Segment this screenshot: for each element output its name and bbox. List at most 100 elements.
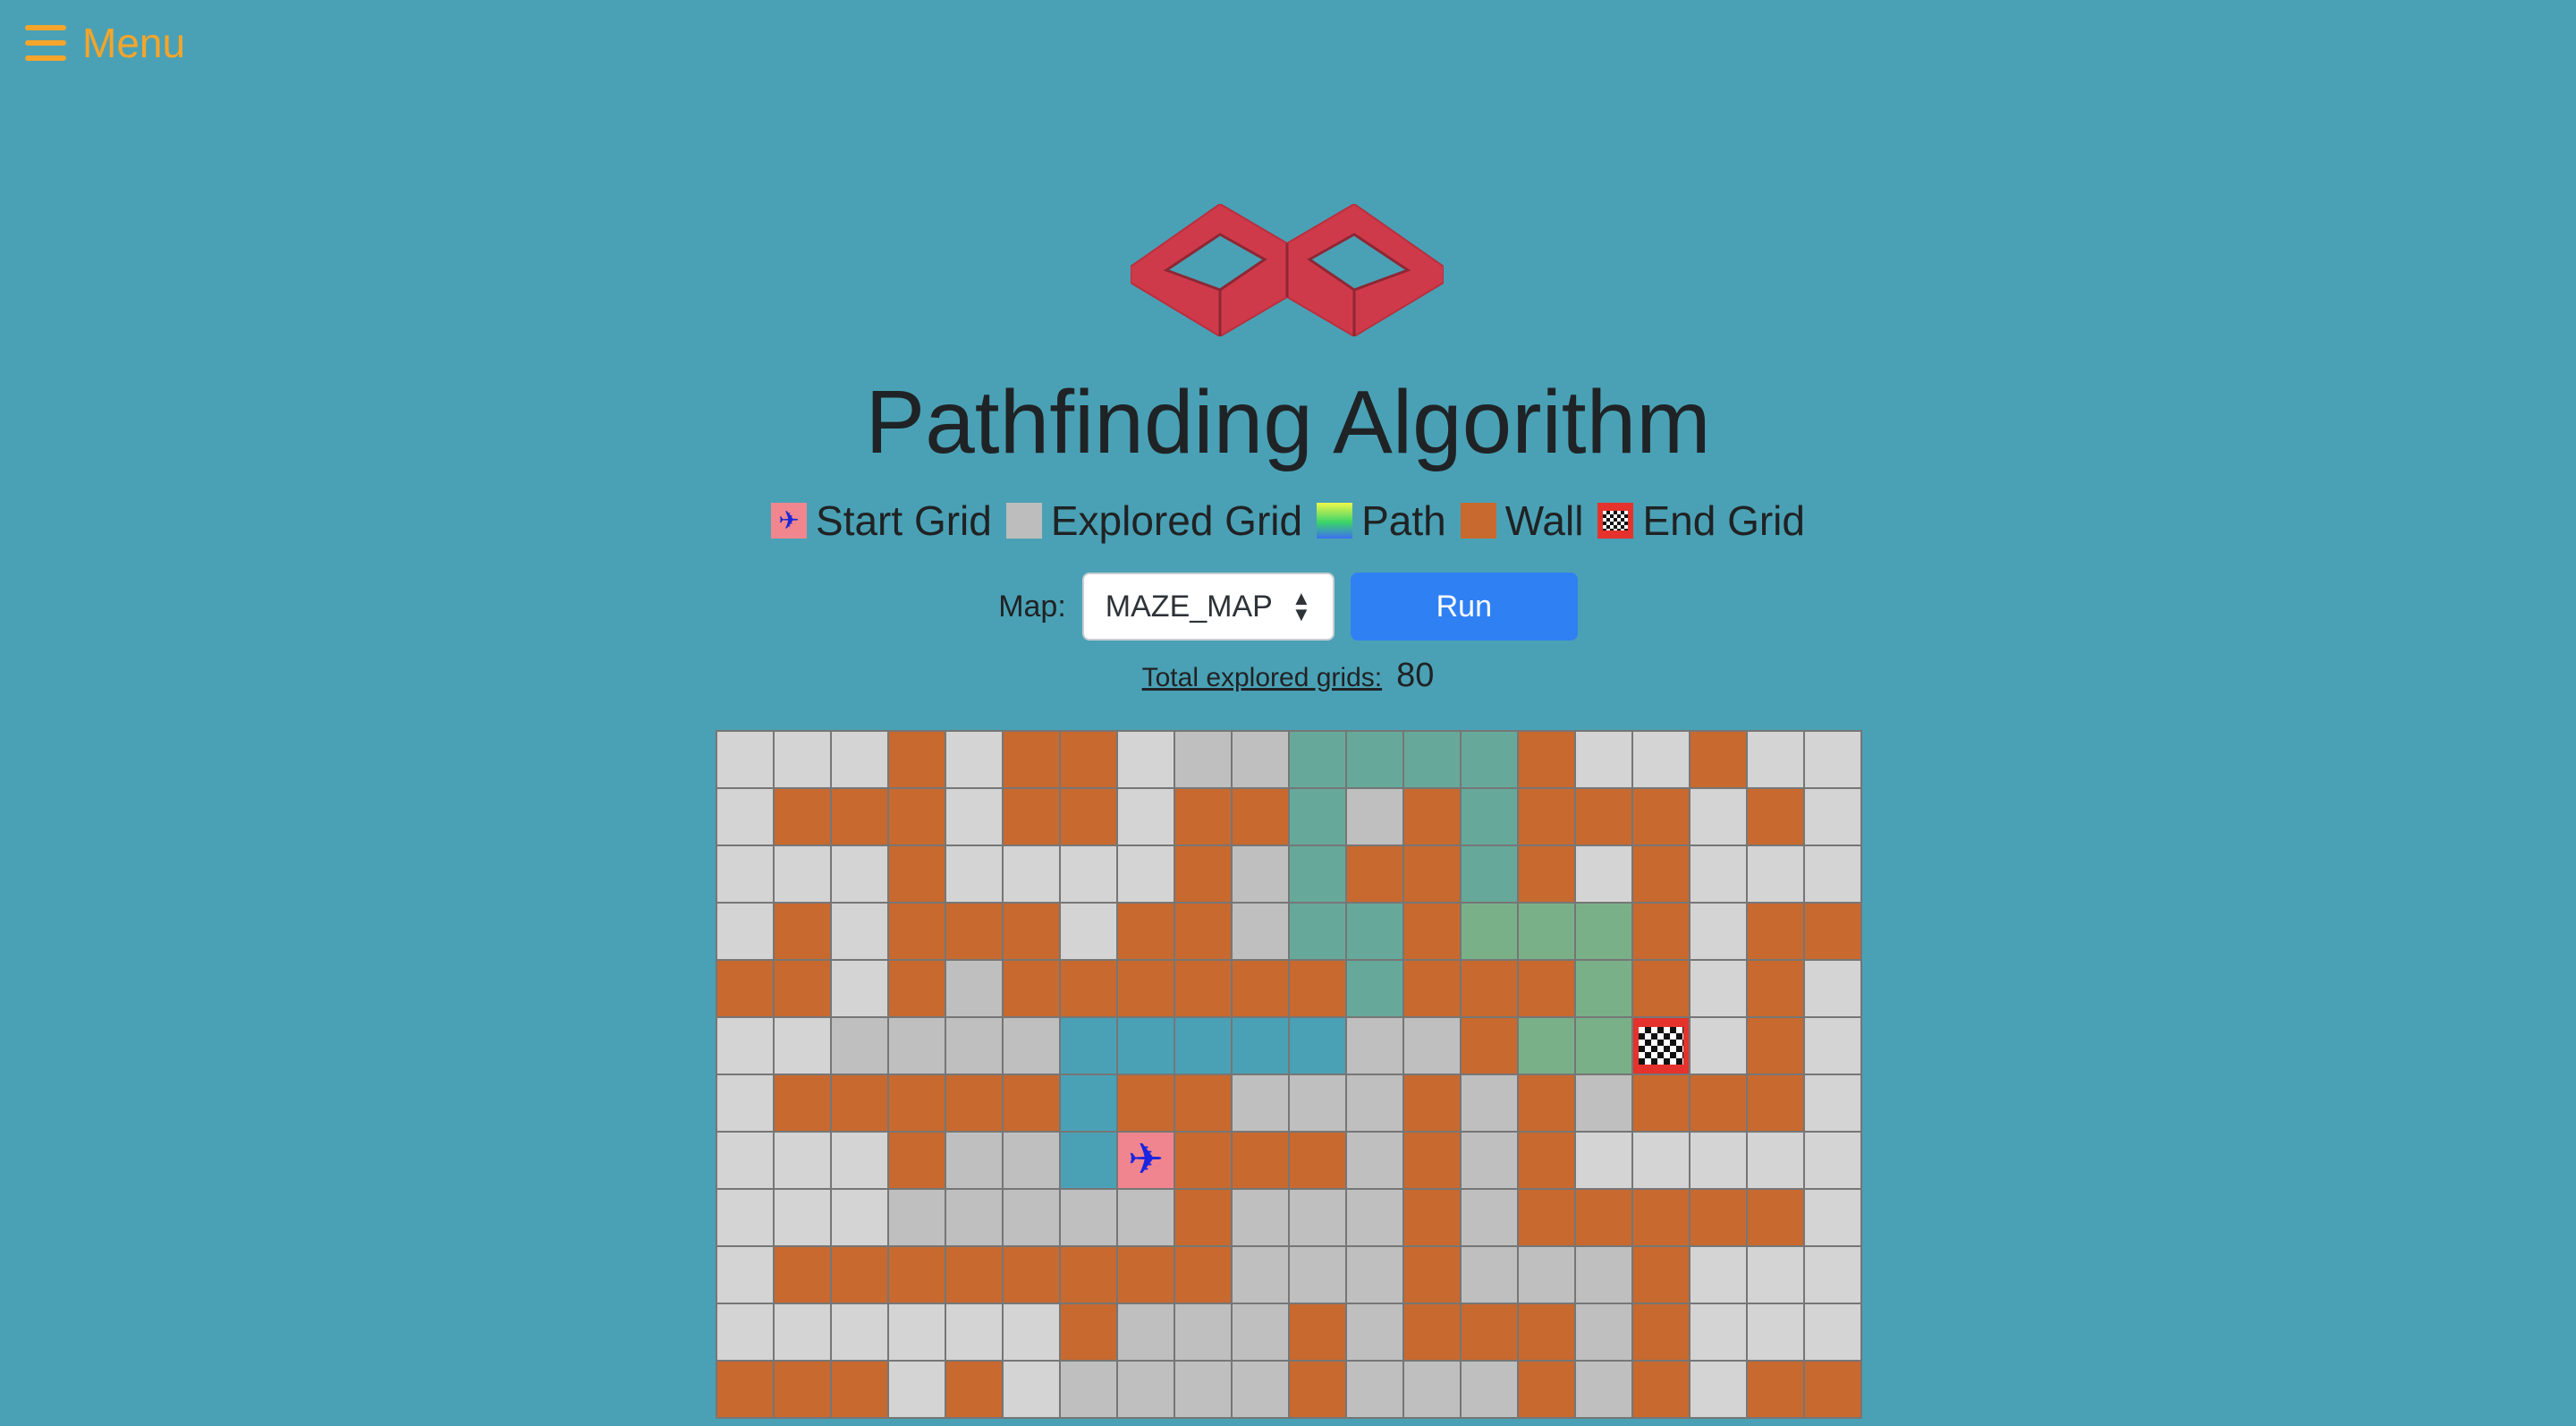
grid-cell-wall[interactable] bbox=[832, 789, 889, 846]
grid-cell-wall[interactable] bbox=[1576, 1190, 1633, 1247]
grid-cell-explored[interactable] bbox=[1175, 1362, 1233, 1419]
grid-cell[interactable] bbox=[946, 789, 1004, 846]
grid-cell[interactable] bbox=[1805, 1075, 1862, 1133]
grid-cell-wall[interactable] bbox=[1633, 846, 1690, 904]
grid-cell-path[interactable] bbox=[1404, 732, 1462, 789]
grid-cell[interactable] bbox=[717, 1247, 775, 1304]
grid-cell[interactable] bbox=[1748, 1247, 1805, 1304]
grid-cell-wall[interactable] bbox=[889, 1247, 946, 1304]
grid-cell-explored[interactable] bbox=[1233, 904, 1290, 961]
grid-cell-wall[interactable] bbox=[1175, 789, 1233, 846]
grid-cell-wall[interactable] bbox=[1290, 1304, 1347, 1362]
grid-cell[interactable] bbox=[717, 732, 775, 789]
grid-cell[interactable] bbox=[832, 732, 889, 789]
grid-cell-wall[interactable] bbox=[1290, 961, 1347, 1018]
grid-cell-wall[interactable] bbox=[1805, 904, 1862, 961]
grid-cell-wall[interactable] bbox=[1290, 1133, 1347, 1190]
grid-cell[interactable] bbox=[946, 846, 1004, 904]
grid-cell[interactable] bbox=[832, 846, 889, 904]
grid-cell-path[interactable] bbox=[1462, 904, 1519, 961]
grid-cell-wall[interactable] bbox=[946, 1362, 1004, 1419]
grid-cell-path[interactable] bbox=[1290, 789, 1347, 846]
grid-cell-wall[interactable] bbox=[717, 961, 775, 1018]
grid-cell[interactable] bbox=[1748, 1304, 1805, 1362]
grid-cell[interactable] bbox=[1690, 1247, 1748, 1304]
grid-cell-explored[interactable] bbox=[1233, 732, 1290, 789]
grid-cell-explored[interactable] bbox=[832, 1018, 889, 1075]
grid-cell[interactable] bbox=[1004, 1362, 1061, 1419]
grid-cell[interactable] bbox=[775, 846, 832, 904]
grid-cell-wall[interactable] bbox=[1004, 1075, 1061, 1133]
grid-cell-explored[interactable] bbox=[1347, 1362, 1404, 1419]
grid-cell-wall[interactable] bbox=[889, 1133, 946, 1190]
grid-cell-wall[interactable] bbox=[1118, 961, 1175, 1018]
grid-cell[interactable] bbox=[1805, 1190, 1862, 1247]
grid-cell-path[interactable] bbox=[1118, 1018, 1175, 1075]
grid-cell-wall[interactable] bbox=[1519, 732, 1576, 789]
grid-cell-explored[interactable] bbox=[1290, 1190, 1347, 1247]
grid-cell-explored[interactable] bbox=[946, 1133, 1004, 1190]
grid-cell-wall[interactable] bbox=[1748, 1075, 1805, 1133]
grid-cell-path[interactable] bbox=[1175, 1018, 1233, 1075]
grid-cell-wall[interactable] bbox=[1404, 961, 1462, 1018]
grid-cell[interactable] bbox=[1633, 732, 1690, 789]
grid-cell-wall[interactable] bbox=[1004, 1247, 1061, 1304]
grid-cell[interactable] bbox=[946, 732, 1004, 789]
grid-cell-explored[interactable] bbox=[1576, 1075, 1633, 1133]
grid-cell-wall[interactable] bbox=[1118, 1247, 1175, 1304]
grid-cell[interactable] bbox=[1576, 1133, 1633, 1190]
grid-cell[interactable] bbox=[1805, 846, 1862, 904]
grid-cell-wall[interactable] bbox=[775, 1247, 832, 1304]
grid-cell-explored[interactable] bbox=[1004, 1133, 1061, 1190]
grid-cell-wall[interactable] bbox=[1519, 1190, 1576, 1247]
grid-cell-explored[interactable] bbox=[1347, 1304, 1404, 1362]
grid-cell[interactable] bbox=[1004, 1304, 1061, 1362]
grid-cell[interactable] bbox=[775, 1304, 832, 1362]
grid-cell-wall[interactable] bbox=[889, 732, 946, 789]
grid-cell-explored[interactable] bbox=[1462, 1247, 1519, 1304]
grid-cell-wall[interactable] bbox=[832, 1362, 889, 1419]
grid-cell[interactable] bbox=[832, 961, 889, 1018]
grid-cell-path[interactable] bbox=[1462, 789, 1519, 846]
grid-cell-explored[interactable] bbox=[1462, 1133, 1519, 1190]
grid-cell-explored[interactable] bbox=[1118, 1190, 1175, 1247]
grid-cell-path[interactable] bbox=[1347, 904, 1404, 961]
grid-cell-wall[interactable] bbox=[1061, 1304, 1118, 1362]
grid-cell-path[interactable] bbox=[1061, 1018, 1118, 1075]
grid-cell-path[interactable] bbox=[1290, 846, 1347, 904]
grid-cell[interactable] bbox=[775, 1133, 832, 1190]
grid-cell-wall[interactable] bbox=[775, 1075, 832, 1133]
grid-cell-wall[interactable] bbox=[1404, 1247, 1462, 1304]
grid-cell-wall[interactable] bbox=[889, 961, 946, 1018]
grid-cell-wall[interactable] bbox=[1233, 789, 1290, 846]
grid-cell[interactable] bbox=[1061, 846, 1118, 904]
grid-cell-explored[interactable] bbox=[1233, 1190, 1290, 1247]
grid-cell[interactable] bbox=[1748, 846, 1805, 904]
grid-cell-explored[interactable] bbox=[1004, 1190, 1061, 1247]
grid-cell-wall[interactable] bbox=[1175, 1075, 1233, 1133]
grid-cell[interactable] bbox=[1805, 1018, 1862, 1075]
grid-cell-explored[interactable] bbox=[1118, 1362, 1175, 1419]
grid-cell-path[interactable] bbox=[1462, 846, 1519, 904]
grid-cell-wall[interactable] bbox=[1633, 1362, 1690, 1419]
grid-cell-explored[interactable] bbox=[1233, 1304, 1290, 1362]
grid-cell-wall[interactable] bbox=[1462, 1018, 1519, 1075]
menu-button[interactable]: Menu bbox=[25, 16, 185, 70]
grid-cell[interactable] bbox=[1061, 904, 1118, 961]
grid-cell-wall[interactable] bbox=[1519, 1362, 1576, 1419]
grid-cell-wall[interactable] bbox=[775, 789, 832, 846]
grid-cell-wall[interactable] bbox=[1004, 789, 1061, 846]
grid-cell-wall[interactable] bbox=[1748, 1190, 1805, 1247]
grid-cell[interactable] bbox=[889, 1304, 946, 1362]
grid-cell-path[interactable] bbox=[1519, 1018, 1576, 1075]
grid-cell-explored[interactable] bbox=[1462, 1362, 1519, 1419]
grid-cell-wall[interactable] bbox=[775, 1362, 832, 1419]
grid-cell[interactable] bbox=[1748, 732, 1805, 789]
grid-cell[interactable] bbox=[1690, 789, 1748, 846]
grid-cell-wall[interactable] bbox=[1748, 789, 1805, 846]
grid-cell-explored[interactable] bbox=[1118, 1304, 1175, 1362]
grid-cell-wall[interactable] bbox=[1004, 732, 1061, 789]
grid-cell-wall[interactable] bbox=[1404, 789, 1462, 846]
grid-cell[interactable] bbox=[1690, 1362, 1748, 1419]
grid-cell-wall[interactable] bbox=[1633, 904, 1690, 961]
